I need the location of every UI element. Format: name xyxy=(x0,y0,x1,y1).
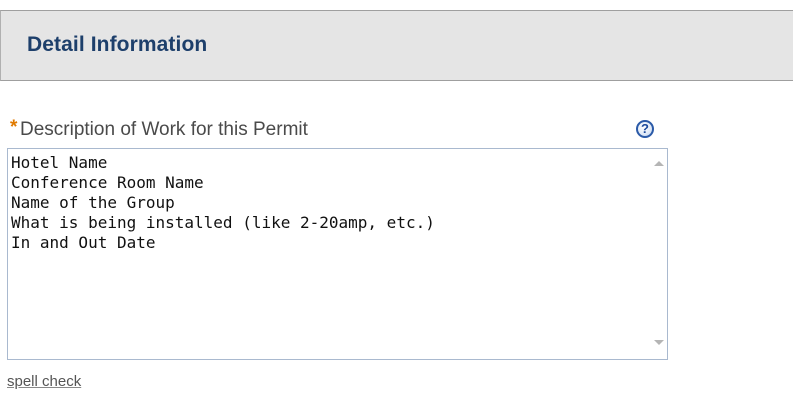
textarea-scrollbar[interactable] xyxy=(650,149,667,359)
field-label-row: * Description of Work for this Permit ? xyxy=(10,117,670,143)
section-title: Detail Information xyxy=(27,33,208,56)
textarea-line: Conference Room Name xyxy=(11,173,204,192)
spell-check-link[interactable]: spell check xyxy=(7,373,81,390)
description-label: Description of Work for this Permit xyxy=(20,119,308,140)
description-textarea[interactable]: Hotel Name Conference Room Name Name of th… xyxy=(7,148,668,360)
help-icon[interactable]: ? xyxy=(636,120,654,138)
textarea-line: In and Out Date xyxy=(11,233,156,252)
scroll-down-icon[interactable] xyxy=(654,340,664,345)
scroll-up-icon[interactable] xyxy=(654,161,664,166)
textarea-content[interactable]: Hotel Name Conference Room Name Name of th… xyxy=(11,153,631,253)
required-marker: * xyxy=(10,117,18,138)
section-header: Detail Information xyxy=(0,10,793,81)
textarea-line: Hotel Name xyxy=(11,153,108,172)
page: Detail Information * Description of Work… xyxy=(0,0,793,394)
textarea-line: What is being installed (like 2-20amp, e… xyxy=(11,213,435,232)
textarea-line: Name of the Group xyxy=(11,193,175,212)
